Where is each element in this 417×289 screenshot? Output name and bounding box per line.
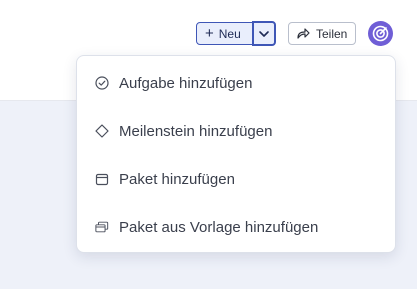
menu-item-add-milestone[interactable]: Meilenstein hinzufügen: [77, 107, 395, 155]
package-icon: [95, 172, 109, 186]
menu-item-label: Aufgabe hinzufügen: [119, 74, 253, 92]
diamond-icon: [95, 124, 109, 138]
share-button-label: Teilen: [316, 26, 348, 41]
new-dropdown-toggle[interactable]: [252, 21, 276, 46]
new-item-dropdown-menu: Aufgabe hinzufügen Meilenstein hinzufüge…: [76, 55, 396, 253]
menu-item-add-task[interactable]: Aufgabe hinzufügen: [77, 59, 395, 107]
share-icon: [297, 28, 310, 39]
menu-item-add-package-from-template[interactable]: Paket aus Vorlage hinzufügen: [77, 203, 395, 251]
new-button-label: Neu: [218, 26, 241, 41]
new-button[interactable]: + Neu: [196, 22, 253, 45]
menu-item-label: Meilenstein hinzufügen: [119, 122, 273, 140]
menu-item-label: Paket hinzufügen: [119, 170, 235, 188]
avatar[interactable]: [368, 21, 393, 46]
share-button[interactable]: Teilen: [288, 22, 356, 45]
menu-item-label: Paket aus Vorlage hinzufügen: [119, 218, 319, 236]
plus-icon: +: [205, 25, 214, 42]
template-package-icon: [95, 220, 109, 234]
menu-item-add-package[interactable]: Paket hinzufügen: [77, 155, 395, 203]
chevron-down-icon: [259, 30, 269, 37]
check-circle-icon: [95, 76, 109, 90]
target-icon: [372, 25, 389, 42]
